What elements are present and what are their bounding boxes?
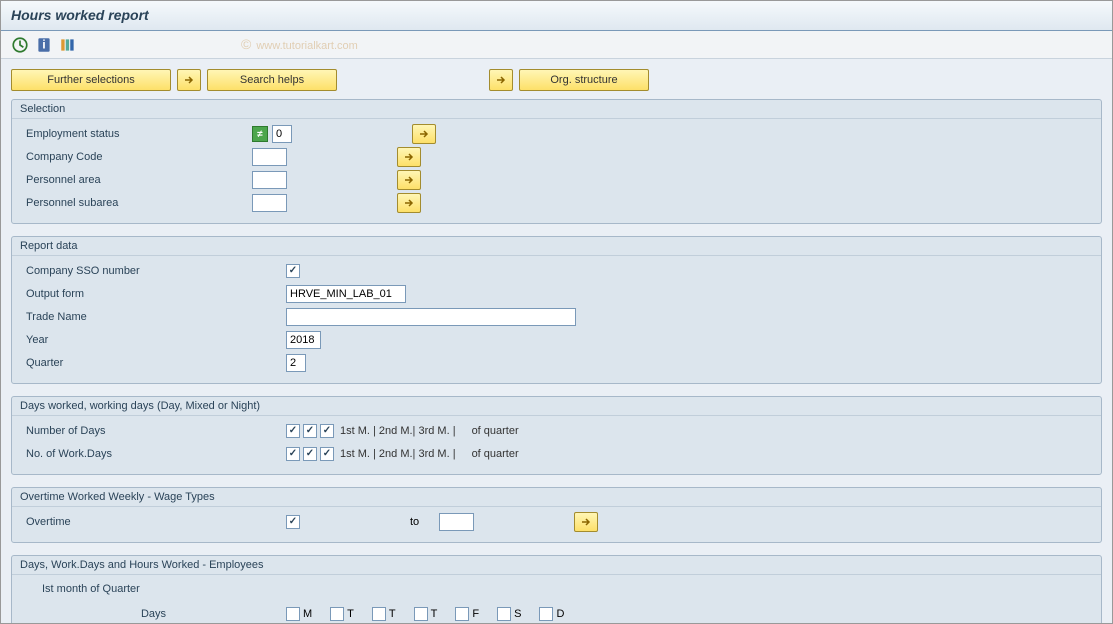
overtime-group: Overtime Worked Weekly - Wage Types Over… xyxy=(11,487,1102,543)
employment-status-label: Employment status xyxy=(22,124,252,144)
company-sso-label: Company SSO number xyxy=(22,261,252,281)
nwd-check3[interactable] xyxy=(320,447,334,461)
org-structure-button[interactable]: Org. structure xyxy=(519,69,649,91)
overtime-to-input[interactable] xyxy=(439,513,474,531)
days-label: Days xyxy=(22,608,172,620)
days-worked-group: Days worked, working days (Day, Mixed or… xyxy=(11,396,1102,475)
personnel-subarea-multi-icon[interactable] xyxy=(397,193,421,213)
day-m-check[interactable] xyxy=(286,607,300,621)
arrow-button-2[interactable] xyxy=(489,69,513,91)
report-data-group: Report data Company SSO number Output fo… xyxy=(11,236,1102,384)
personnel-subarea-input[interactable] xyxy=(252,194,287,212)
day-t1-check[interactable] xyxy=(330,607,344,621)
days-worked-title: Days worked, working days (Day, Mixed or… xyxy=(12,397,1101,416)
nwd-check2[interactable] xyxy=(303,447,317,461)
company-sso-checkbox[interactable] xyxy=(286,264,300,278)
overtime-title: Overtime Worked Weekly - Wage Types xyxy=(12,488,1101,507)
day-t3: T xyxy=(431,608,438,620)
personnel-area-multi-icon[interactable] xyxy=(397,170,421,190)
nwd-check1[interactable] xyxy=(286,447,300,461)
overtime-multi-icon[interactable] xyxy=(574,512,598,532)
nod-check2[interactable] xyxy=(303,424,317,438)
trade-name-input[interactable] xyxy=(286,308,576,326)
overtime-checkbox[interactable] xyxy=(286,515,300,529)
output-form-input[interactable] xyxy=(286,285,406,303)
day-t2: T xyxy=(389,608,396,620)
day-d: D xyxy=(556,608,564,620)
page-title: Hours worked report xyxy=(11,7,1102,23)
title-bar: Hours worked report xyxy=(1,1,1112,31)
day-f: F xyxy=(472,608,479,620)
nwd-suffix: of quarter xyxy=(472,448,519,460)
quarter-label: Quarter xyxy=(22,353,252,373)
search-helps-button[interactable]: Search helps xyxy=(207,69,337,91)
nwd-months: 1st M. | 2nd M.| 3rd M. | xyxy=(340,448,456,460)
employment-status-multi-icon[interactable] xyxy=(412,124,436,144)
day-m: M xyxy=(303,608,312,620)
day-d-check[interactable] xyxy=(539,607,553,621)
selection-title: Selection xyxy=(12,100,1101,119)
personnel-area-input[interactable] xyxy=(252,171,287,189)
number-of-days-label: Number of Days xyxy=(22,421,252,441)
company-code-label: Company Code xyxy=(22,147,252,167)
personnel-area-label: Personnel area xyxy=(22,170,252,190)
days-employees-title: Days, Work.Days and Hours Worked - Emplo… xyxy=(12,556,1101,575)
personnel-subarea-label: Personnel subarea xyxy=(22,193,252,213)
quarter-input[interactable] xyxy=(286,354,306,372)
day-t2-check[interactable] xyxy=(372,607,386,621)
first-month-label: Ist month of Quarter xyxy=(22,579,1091,599)
day-f-check[interactable] xyxy=(455,607,469,621)
svg-text:i: i xyxy=(42,37,45,51)
further-selections-button[interactable]: Further selections xyxy=(11,69,171,91)
toolbar: i © www.tutorialkart.com xyxy=(1,31,1112,59)
company-code-input[interactable] xyxy=(252,148,287,166)
selection-group: Selection Employment status ≠ Company Co… xyxy=(11,99,1102,224)
not-equal-icon[interactable]: ≠ xyxy=(252,126,268,142)
nod-months: 1st M. | 2nd M.| 3rd M. | xyxy=(340,425,456,437)
info-icon[interactable]: i xyxy=(35,36,53,54)
nod-check3[interactable] xyxy=(320,424,334,438)
days-employees-group: Days, Work.Days and Hours Worked - Emplo… xyxy=(11,555,1102,623)
button-row: Further selections Search helps Org. str… xyxy=(11,69,1102,91)
trade-name-label: Trade Name xyxy=(22,307,252,327)
day-t3-check[interactable] xyxy=(414,607,428,621)
no-work-days-label: No. of Work.Days xyxy=(22,444,252,464)
report-data-title: Report data xyxy=(12,237,1101,256)
watermark: © www.tutorialkart.com xyxy=(241,33,358,54)
output-form-label: Output form xyxy=(22,284,252,304)
day-s: S xyxy=(514,608,521,620)
company-code-multi-icon[interactable] xyxy=(397,147,421,167)
color-bars-icon[interactable] xyxy=(59,36,77,54)
nod-suffix: of quarter xyxy=(472,425,519,437)
nod-check1[interactable] xyxy=(286,424,300,438)
day-t1: T xyxy=(347,608,354,620)
content-area: Further selections Search helps Org. str… xyxy=(1,59,1112,623)
employment-status-input[interactable] xyxy=(272,125,292,143)
year-label: Year xyxy=(22,330,252,350)
execute-icon[interactable] xyxy=(11,36,29,54)
year-input[interactable] xyxy=(286,331,321,349)
day-s-check[interactable] xyxy=(497,607,511,621)
overtime-to-label: to xyxy=(410,516,419,528)
arrow-button-1[interactable] xyxy=(177,69,201,91)
overtime-label: Overtime xyxy=(22,512,252,532)
